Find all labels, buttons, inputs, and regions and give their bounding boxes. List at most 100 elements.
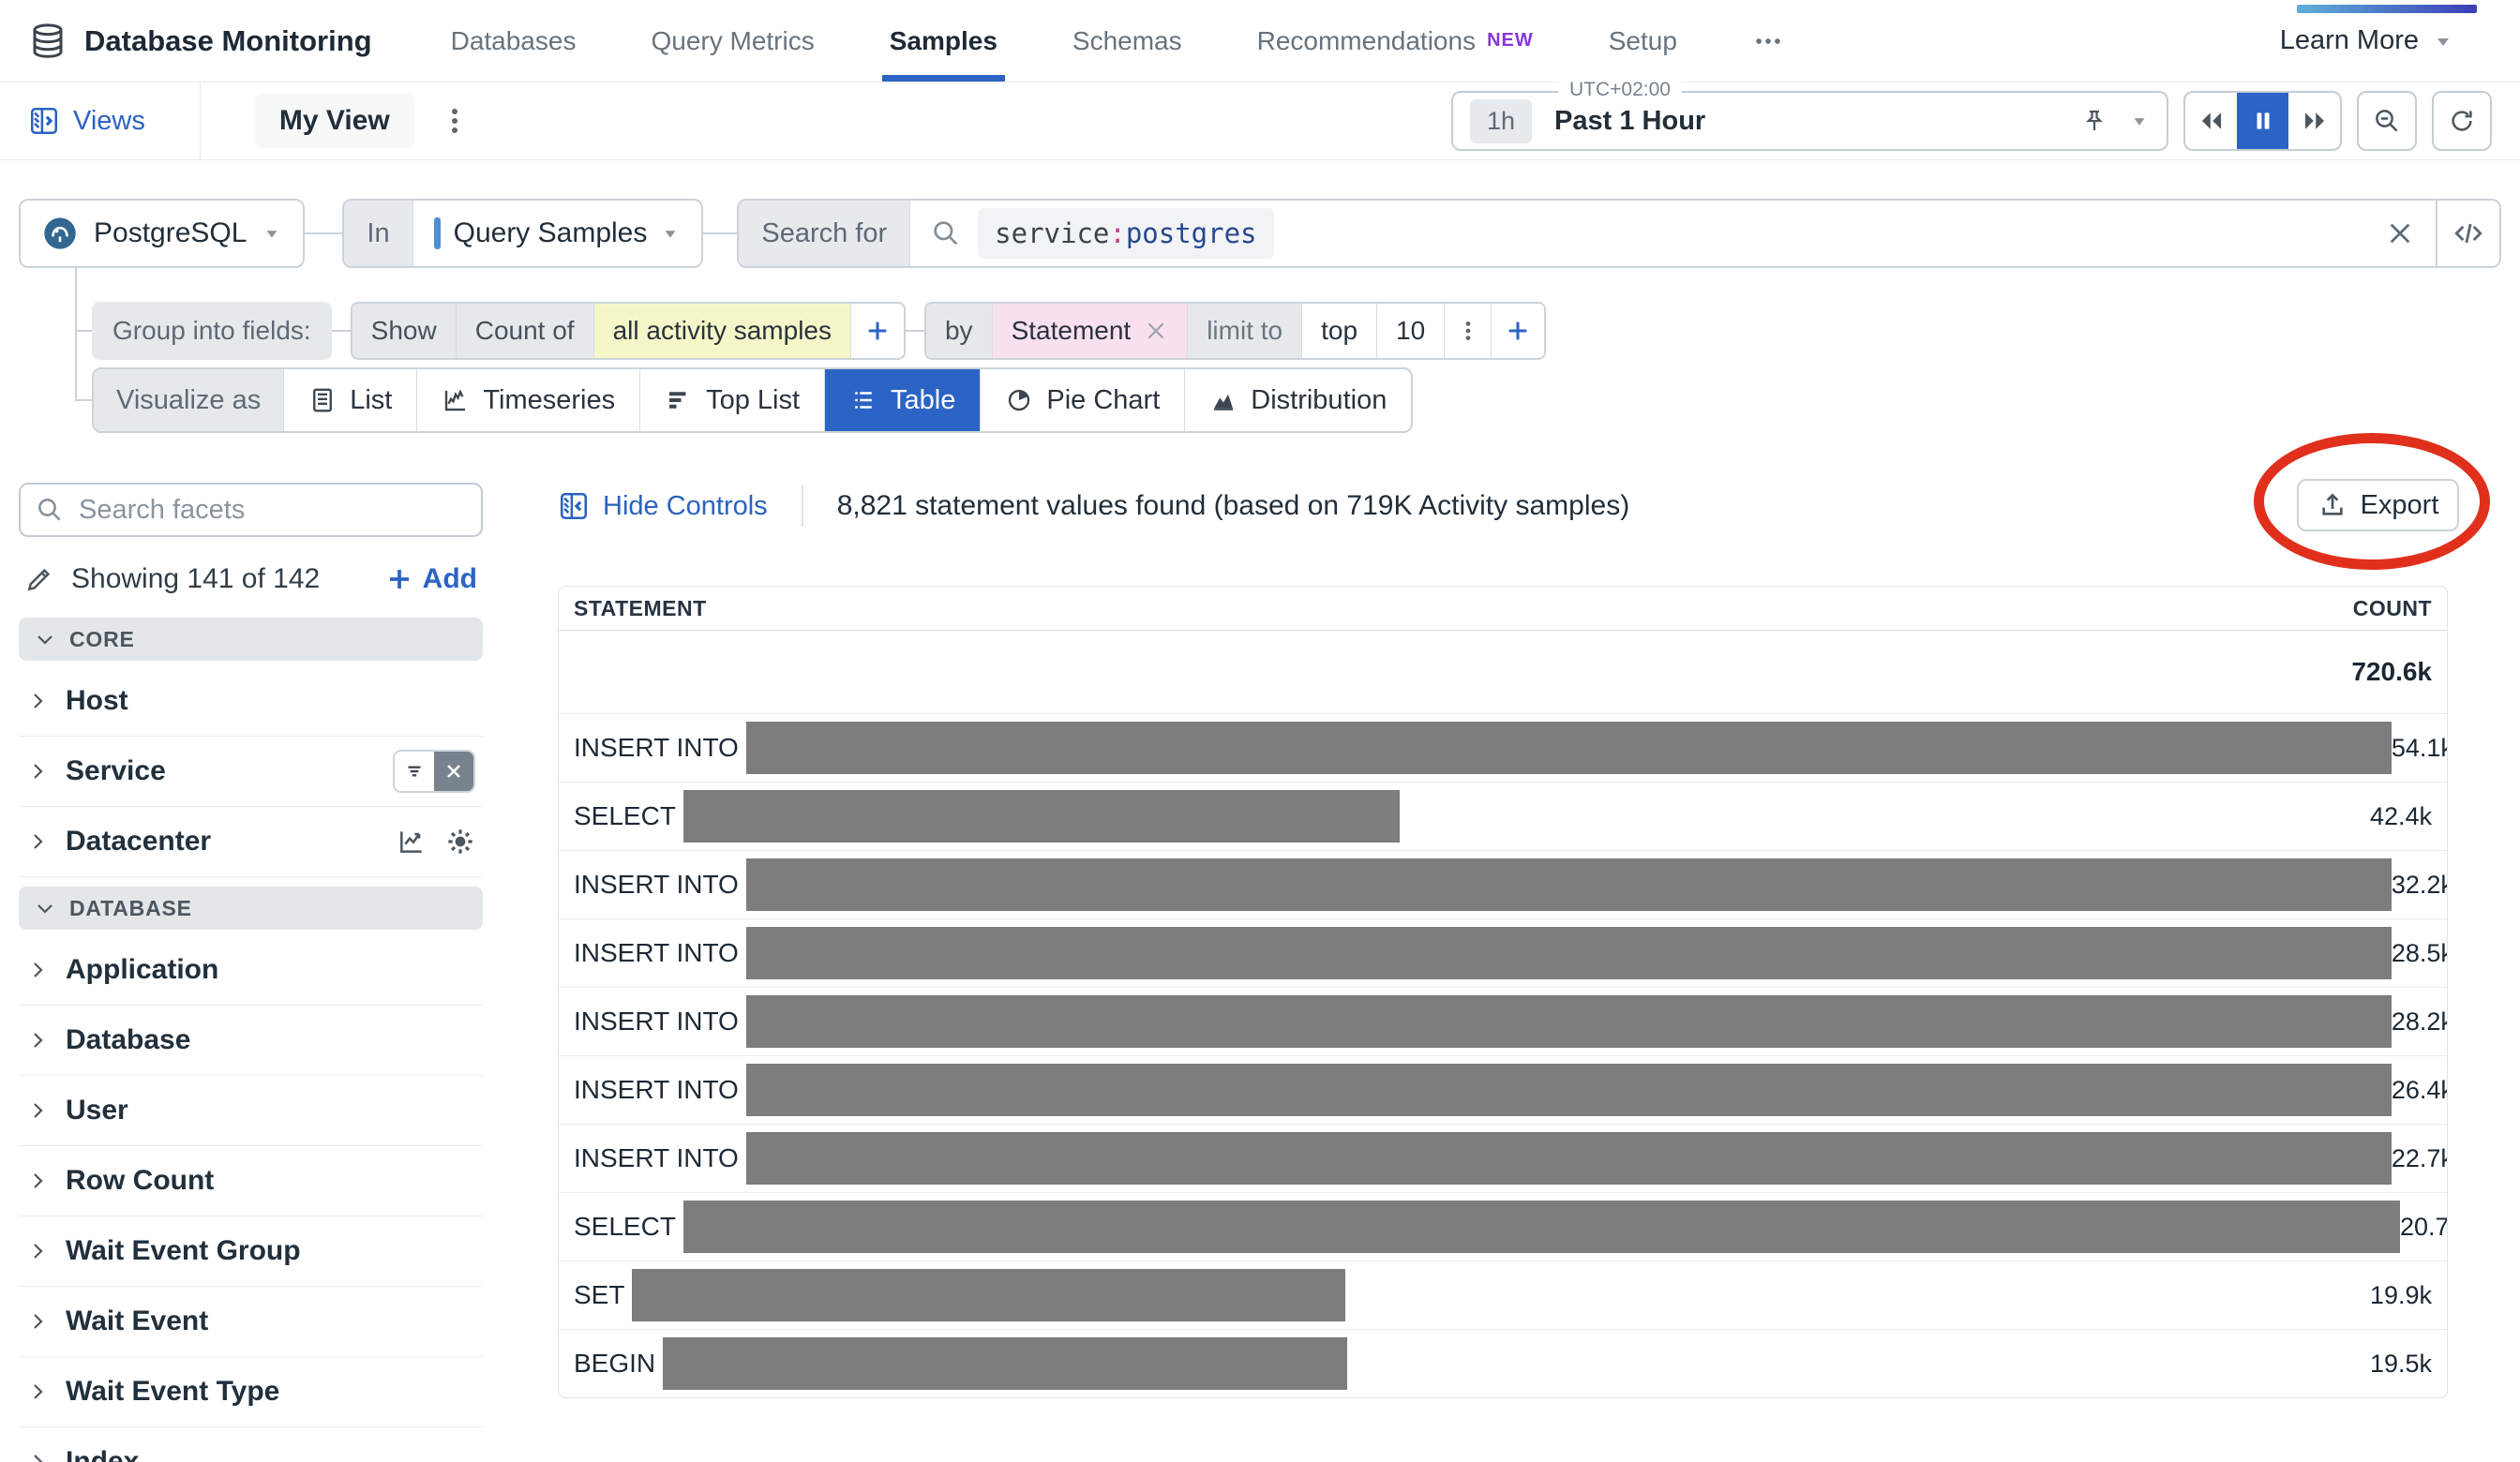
redacted-statement-bar <box>663 1337 1347 1390</box>
table-row[interactable]: INSERT INTO 28.2k <box>559 988 2447 1056</box>
learn-more-button[interactable]: Learn More <box>2280 25 2454 56</box>
filter-icon[interactable] <box>395 752 434 791</box>
facet-label: Wait Event <box>66 1305 208 1337</box>
viz-option-icon <box>1209 386 1238 414</box>
search-icon <box>931 218 961 248</box>
facet-row[interactable]: Application <box>19 935 483 1006</box>
table-row[interactable]: BEGIN 19.5k <box>559 1330 2447 1397</box>
time-range-picker[interactable]: UTC+02:00 1h Past 1 Hour <box>1451 91 2168 151</box>
table-row[interactable]: INSERT INTO 54.1k <box>559 714 2447 783</box>
viz-option-icon <box>1005 386 1033 414</box>
current-view-name[interactable]: My View <box>255 94 414 148</box>
line-chart-icon[interactable] <box>397 827 427 857</box>
redacted-statement-bar <box>746 722 2392 774</box>
viz-option[interactable]: Table <box>824 369 980 431</box>
query-token[interactable]: service:postgres <box>978 208 1273 259</box>
top-n-value[interactable]: 10 <box>1377 304 1445 358</box>
nav-tab[interactable]: Samples <box>890 0 998 82</box>
statement-label: SELECT <box>574 801 676 831</box>
column-statement[interactable]: STATEMENT <box>574 596 707 621</box>
facet-row[interactable]: Wait Event <box>19 1287 483 1357</box>
edit-facets-icon[interactable] <box>24 564 54 594</box>
facet-row[interactable]: Index <box>19 1427 483 1462</box>
nav-tab[interactable]: Recommendations NEW <box>1257 0 1534 82</box>
scope-color-bar <box>434 217 441 249</box>
pin-icon[interactable] <box>2080 107 2108 135</box>
facet-search-box[interactable] <box>19 483 483 537</box>
viz-option[interactable]: Distribution <box>1184 369 1411 431</box>
count-value: 28.2k <box>2392 1007 2448 1037</box>
chevron-right-icon <box>26 690 49 712</box>
close-icon[interactable] <box>434 752 473 791</box>
table-row[interactable]: SET 19.9k <box>559 1261 2447 1330</box>
facet-row[interactable]: Datacenter <box>19 807 483 877</box>
add-groupby-button[interactable] <box>1492 304 1544 358</box>
facet-section-database[interactable]: DATABASE <box>19 887 483 930</box>
facet-section-core[interactable]: CORE <box>19 618 483 661</box>
facet-row[interactable]: User <box>19 1076 483 1146</box>
views-button[interactable]: Views <box>28 105 145 137</box>
redacted-statement-bar <box>632 1269 1345 1321</box>
nav-more-button[interactable] <box>1752 25 1784 57</box>
viz-option[interactable]: Timeseries <box>416 369 639 431</box>
add-measure-button[interactable] <box>851 304 904 358</box>
table-header: STATEMENT COUNT <box>559 587 2447 631</box>
source-selector[interactable]: PostgreSQL <box>19 199 305 268</box>
nav-tab[interactable]: Query Metrics <box>651 0 814 82</box>
redacted-statement-bar <box>683 1201 2400 1253</box>
groupby-options-kebab[interactable] <box>1445 304 1492 358</box>
show-label: Show <box>352 304 457 358</box>
viz-option[interactable]: Top List <box>639 369 824 431</box>
search-for-label: Search for <box>739 201 910 266</box>
table-row[interactable]: INSERT INTO 26.4k <box>559 1056 2447 1125</box>
gear-icon[interactable] <box>445 827 475 857</box>
table-row[interactable]: 720.6k <box>559 631 2447 714</box>
nav-tab[interactable]: Databases <box>451 0 577 82</box>
refresh-button[interactable] <box>2432 91 2492 151</box>
table-row[interactable]: INSERT INTO 22.7k <box>559 1125 2447 1193</box>
facet-label: Row Count <box>66 1165 214 1197</box>
remove-groupby-icon[interactable] <box>1144 319 1168 343</box>
scope-selector[interactable]: In Query Samples <box>342 199 703 268</box>
statement-label: SET <box>574 1280 624 1310</box>
rewind-button[interactable] <box>2185 93 2237 149</box>
viz-option[interactable]: Pie Chart <box>980 369 1184 431</box>
table-row[interactable]: SELECT 20.7k <box>559 1193 2447 1261</box>
facet-row[interactable]: Wait Event Group <box>19 1216 483 1287</box>
nav-tab[interactable]: Schemas <box>1072 0 1182 82</box>
hide-controls-button[interactable]: Hide Controls <box>558 490 768 522</box>
code-view-button[interactable] <box>2436 201 2499 266</box>
export-button[interactable]: Export <box>2297 479 2459 531</box>
pause-button[interactable] <box>2237 93 2288 149</box>
column-count[interactable]: COUNT <box>2353 596 2432 621</box>
core-facet-list: Host Service <box>19 666 483 877</box>
count-value: 32.2k <box>2392 871 2448 900</box>
zoom-out-button[interactable] <box>2357 91 2417 151</box>
facet-row[interactable]: Database <box>19 1006 483 1076</box>
table-row[interactable]: INSERT INTO 32.2k <box>559 851 2447 919</box>
groupby-chip[interactable]: Statement <box>993 304 1189 358</box>
facet-summary-row: Showing 141 of 142 Add <box>19 563 483 595</box>
table-row[interactable]: SELECT 42.4k <box>559 783 2447 851</box>
table-row[interactable]: INSERT INTO 28.5k <box>559 919 2447 988</box>
search-input[interactable]: service:postgres <box>910 201 2436 266</box>
facet-row[interactable]: Wait Event Type <box>19 1357 483 1427</box>
top-selector[interactable]: top <box>1302 304 1377 358</box>
facet-row[interactable]: Host <box>19 666 483 737</box>
facet-row[interactable]: Row Count <box>19 1146 483 1216</box>
redacted-statement-bar <box>746 1132 2392 1185</box>
divider <box>200 82 201 159</box>
chevron-down-icon[interactable] <box>2129 111 2150 131</box>
facet-row[interactable]: Service <box>19 737 483 807</box>
measure-value[interactable]: all activity samples <box>594 304 851 358</box>
statement-label: SELECT <box>574 1212 676 1242</box>
page-title: Database Monitoring <box>84 24 372 58</box>
facet-search-input[interactable] <box>77 494 466 527</box>
nav-tab[interactable]: Setup <box>1609 0 1677 82</box>
add-facet-button[interactable]: Add <box>385 563 477 595</box>
viz-option[interactable]: List <box>283 369 416 431</box>
count-value: 42.4k <box>2370 802 2432 831</box>
forward-button[interactable] <box>2288 93 2340 149</box>
clear-search-button[interactable] <box>2385 218 2415 248</box>
view-options-kebab[interactable] <box>441 105 469 137</box>
